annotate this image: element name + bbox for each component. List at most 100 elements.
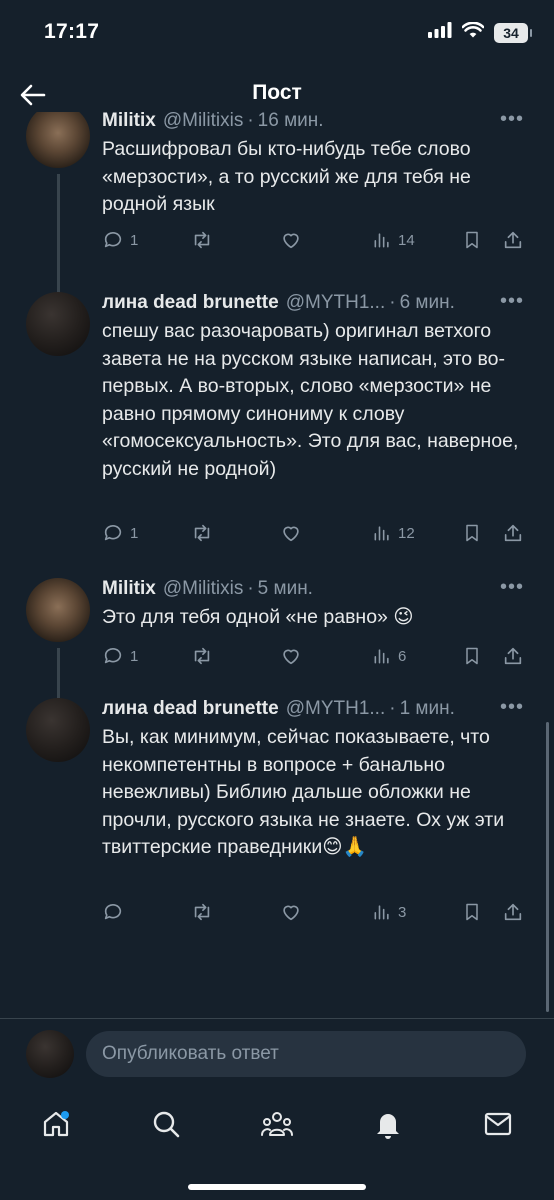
bookmark-button[interactable] xyxy=(462,898,482,926)
retweet-button[interactable] xyxy=(190,898,220,926)
like-button[interactable] xyxy=(280,226,308,254)
views-button[interactable]: 12 xyxy=(372,519,415,547)
bookmark-button[interactable] xyxy=(462,226,482,254)
author-handle[interactable]: @Militixis xyxy=(163,112,244,132)
tweet-header: лина dead brunette @MYTH1... · 1 мин. xyxy=(102,698,524,720)
tweet-time: 5 мин. xyxy=(257,578,313,599)
author-name[interactable]: лина dead brunette xyxy=(102,292,279,314)
tab-messages[interactable] xyxy=(478,1104,518,1144)
tab-search[interactable] xyxy=(146,1104,186,1144)
separator-dot: · xyxy=(247,578,254,599)
like-button[interactable] xyxy=(280,642,308,670)
avatar[interactable] xyxy=(26,112,90,168)
tab-communities[interactable] xyxy=(257,1104,297,1144)
reply-count: 1 xyxy=(130,231,139,249)
retweet-icon xyxy=(194,647,210,665)
bookmark-button[interactable] xyxy=(462,519,482,547)
avatar[interactable] xyxy=(26,698,90,762)
tweet[interactable]: Militix @Militixis · 5 мин. ••• Это для … xyxy=(0,576,554,698)
like-button[interactable] xyxy=(280,898,308,926)
app-screen: 17:17 34 Пост Militix @Militixis · 16 ми… xyxy=(0,0,554,1200)
views-button[interactable]: 14 xyxy=(372,226,415,254)
battery-indicator: 34 xyxy=(494,22,532,43)
tweet-text: Расшифровал бы кто-нибудь тебе слово «ме… xyxy=(102,138,471,215)
bookmark-icon xyxy=(466,647,478,665)
scrollbar[interactable] xyxy=(546,722,549,1012)
separator-dot: · xyxy=(247,112,254,131)
reply-button[interactable] xyxy=(102,898,130,926)
share-button[interactable] xyxy=(502,519,524,547)
search-icon xyxy=(153,1111,180,1138)
more-options-icon[interactable]: ••• xyxy=(500,696,524,719)
wifi-icon xyxy=(461,21,485,43)
tweet-time: 16 мин. xyxy=(257,112,324,131)
tweet-actions: 1 6 xyxy=(102,642,526,670)
heart-icon xyxy=(283,649,299,665)
views-button[interactable]: 3 xyxy=(372,898,406,926)
more-options-icon[interactable]: ••• xyxy=(500,290,524,313)
divider xyxy=(0,1018,554,1019)
author-name[interactable]: Militix xyxy=(102,112,156,132)
tab-notifications[interactable] xyxy=(368,1104,408,1144)
tab-home[interactable] xyxy=(36,1104,76,1144)
signal-icon xyxy=(428,22,452,43)
tweet-header: лина dead brunette @MYTH1... · 6 мин. xyxy=(102,292,524,314)
page-title: Пост xyxy=(252,81,302,104)
views-count: 3 xyxy=(398,903,407,921)
reply-input[interactable] xyxy=(86,1031,526,1077)
reply-composer xyxy=(0,1030,554,1080)
author-handle[interactable]: @MYTH1... xyxy=(286,698,386,720)
home-icon xyxy=(43,1111,69,1137)
heart-icon xyxy=(283,905,299,921)
views-count: 12 xyxy=(398,524,415,542)
more-options-icon[interactable]: ••• xyxy=(500,576,524,599)
reply-count: 1 xyxy=(130,524,139,542)
tweet-time: 6 мин. xyxy=(399,292,455,313)
home-indicator xyxy=(188,1184,366,1190)
retweet-button[interactable] xyxy=(190,226,220,254)
notifications-icon xyxy=(377,1114,399,1139)
messages-icon xyxy=(484,1112,512,1136)
share-button[interactable] xyxy=(502,898,524,926)
thread-line xyxy=(57,648,60,698)
avatar[interactable] xyxy=(26,292,90,356)
reply-icon xyxy=(104,524,122,541)
reply-button[interactable]: 1 xyxy=(102,519,138,547)
share-icon xyxy=(504,903,522,921)
reply-icon xyxy=(104,647,122,664)
like-button[interactable] xyxy=(280,519,308,547)
tweet-actions: 3 xyxy=(102,898,526,926)
thread-feed[interactable]: Militix @Militixis · 16 мин. ••• Расшифр… xyxy=(0,112,554,1018)
retweet-icon xyxy=(194,903,210,921)
tweet[interactable]: Militix @Militixis · 16 мин. ••• Расшифр… xyxy=(0,112,554,294)
views-count: 14 xyxy=(398,231,415,249)
author-name[interactable]: лина dead brunette xyxy=(102,698,279,720)
share-icon xyxy=(504,231,522,249)
avatar[interactable] xyxy=(26,578,90,642)
tweet-time: 1 мин. xyxy=(399,698,455,719)
bookmark-icon xyxy=(466,231,478,249)
share-button[interactable] xyxy=(502,642,524,670)
views-button[interactable]: 6 xyxy=(372,642,406,670)
tweet-actions: 1 14 xyxy=(102,226,526,254)
author-name[interactable]: Militix xyxy=(102,578,156,600)
battery-level: 34 xyxy=(503,24,519,41)
author-handle[interactable]: @MYTH1... xyxy=(286,292,386,314)
tweet[interactable]: лина dead brunette @MYTH1... · 6 мин. ••… xyxy=(0,290,554,554)
retweet-button[interactable] xyxy=(190,519,220,547)
author-handle[interactable]: @Militixis xyxy=(163,578,244,600)
more-options-icon[interactable]: ••• xyxy=(500,112,524,131)
retweet-icon xyxy=(194,524,210,542)
bookmark-button[interactable] xyxy=(462,642,482,670)
reply-button[interactable]: 1 xyxy=(102,226,138,254)
share-button[interactable] xyxy=(502,226,524,254)
retweet-button[interactable] xyxy=(190,642,220,670)
tweet[interactable]: лина dead brunette @MYTH1... · 1 мин. ••… xyxy=(0,696,554,938)
separator-dot: · xyxy=(389,698,396,719)
reply-icon xyxy=(104,231,122,248)
heart-icon xyxy=(283,526,299,542)
tweet-text: Это для тебя одной «не равно» 😉 xyxy=(102,606,414,628)
reply-button[interactable]: 1 xyxy=(102,642,138,670)
share-icon xyxy=(504,647,522,665)
user-avatar[interactable] xyxy=(26,1030,74,1078)
